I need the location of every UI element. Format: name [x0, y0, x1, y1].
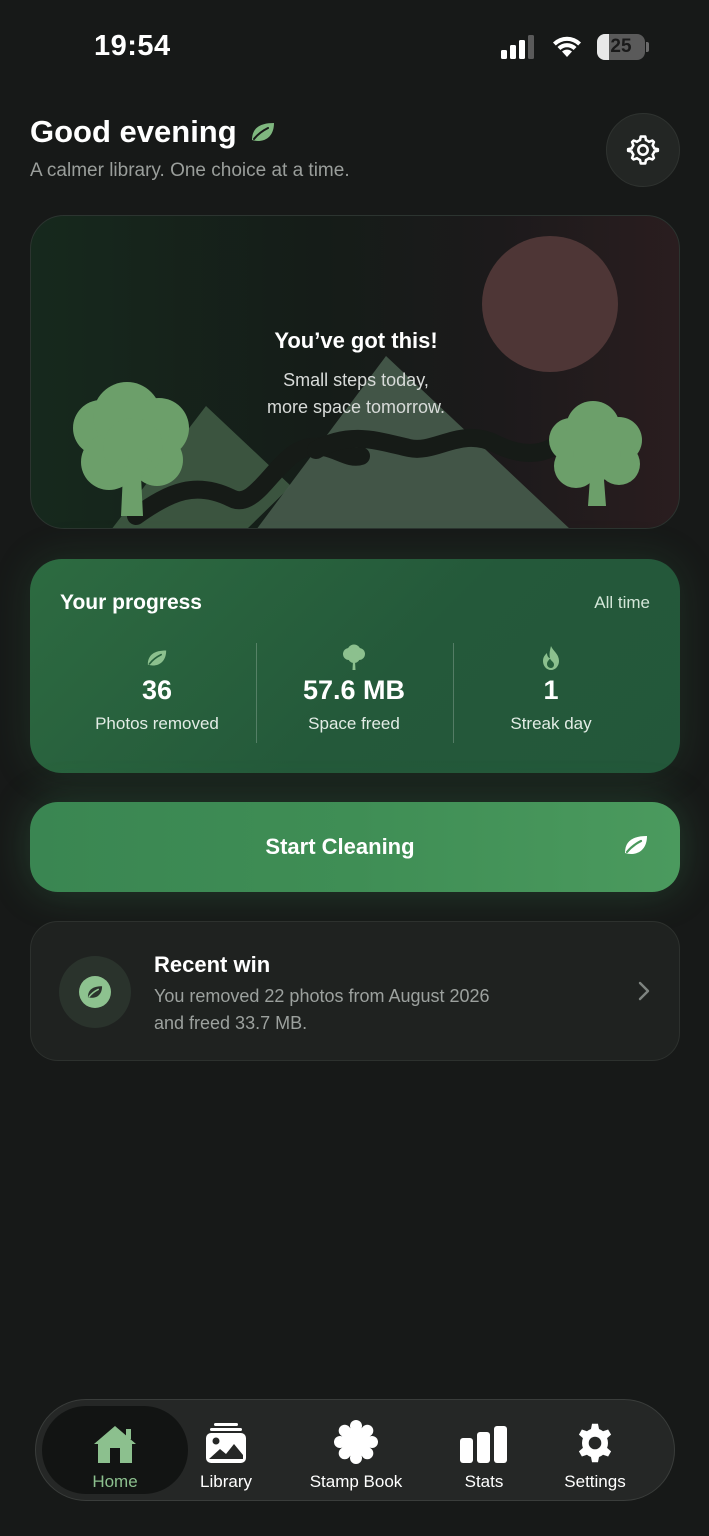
stats-icon	[460, 1426, 507, 1463]
stat-label: Space freed	[308, 714, 400, 733]
stat-streak-day: 1 Streak day	[451, 645, 651, 734]
chevron-right-icon	[638, 981, 650, 1001]
tab-label: Library	[200, 1472, 252, 1491]
stat-photos-removed: 36 Photos removed	[57, 645, 257, 734]
hero-text-line-2: more space tomorrow.	[266, 397, 446, 417]
page-title: Good evening	[30, 114, 237, 149]
recent-win-text-line-1: You removed 22 photos from August 2026	[154, 986, 490, 1006]
tab-label: Stamp Book	[309, 1472, 403, 1491]
stat-value: 1	[543, 675, 559, 705]
gear-icon	[578, 1423, 612, 1463]
wifi-icon	[553, 36, 581, 57]
hero-text-line-1: Small steps today,	[283, 370, 429, 390]
start-cleaning-label: Start Cleaning	[265, 834, 415, 859]
status-time: 19:54	[94, 30, 171, 62]
home-screen: 19:54 25 Good evening A calmer library. …	[0, 0, 709, 1536]
recent-win-badge	[59, 956, 131, 1028]
recent-win-title: Recent win	[154, 952, 271, 977]
tab-library[interactable]: Library	[186, 1400, 266, 1500]
home-icon	[94, 1426, 136, 1463]
gear-icon	[626, 135, 660, 165]
tab-label: Home	[92, 1472, 138, 1491]
tab-stamp-book[interactable]: Stamp Book	[296, 1400, 416, 1500]
tab-stats[interactable]: Stats	[444, 1400, 524, 1500]
stamp-icon	[334, 1420, 378, 1464]
status-icons: 25	[501, 32, 649, 62]
recent-win-text-line-2: and freed 33.7 MB.	[154, 1013, 308, 1033]
stat-label: Photos removed	[95, 714, 219, 733]
hero-title: You’ve got this!	[274, 328, 438, 353]
stat-space-freed: 57.6 MB Space freed	[254, 644, 454, 734]
leaf-icon	[251, 123, 274, 141]
tree-icon	[343, 644, 365, 670]
status-bar: 19:54 25	[0, 0, 709, 96]
stat-label: Streak day	[510, 714, 592, 733]
recent-win-card[interactable]: Recent win You removed 22 photos from Au…	[30, 921, 680, 1061]
greeting: Good evening	[30, 114, 277, 150]
tab-label: Stats	[464, 1472, 504, 1491]
page-subtitle: A calmer library. One choice at a time.	[30, 160, 350, 181]
stat-value: 36	[141, 675, 173, 705]
progress-range[interactable]: All time	[594, 593, 650, 613]
stat-value: 57.6 MB	[302, 675, 406, 705]
battery-level: 25	[610, 36, 632, 57]
battery-icon: 25	[597, 34, 649, 60]
settings-button[interactable]	[606, 113, 680, 187]
tab-bar: Home Library Stamp Book Stats Settings	[35, 1399, 675, 1501]
leaf-icon	[87, 986, 103, 998]
start-cleaning-button[interactable]: Start Cleaning	[30, 802, 680, 892]
motivation-card: You’ve got this! Small steps today, more…	[30, 215, 680, 529]
tab-label: Settings	[564, 1472, 626, 1491]
progress-card: Your progress All time 36 Photos removed	[30, 559, 680, 773]
cellular-signal-icon	[501, 35, 534, 59]
library-icon	[206, 1423, 246, 1463]
leaf-icon	[147, 650, 167, 666]
progress-title: Your progress	[60, 591, 202, 614]
tab-settings[interactable]: Settings	[550, 1400, 640, 1500]
leaf-icon	[625, 836, 647, 854]
tab-home[interactable]: Home	[42, 1406, 188, 1494]
flame-icon	[543, 646, 559, 670]
